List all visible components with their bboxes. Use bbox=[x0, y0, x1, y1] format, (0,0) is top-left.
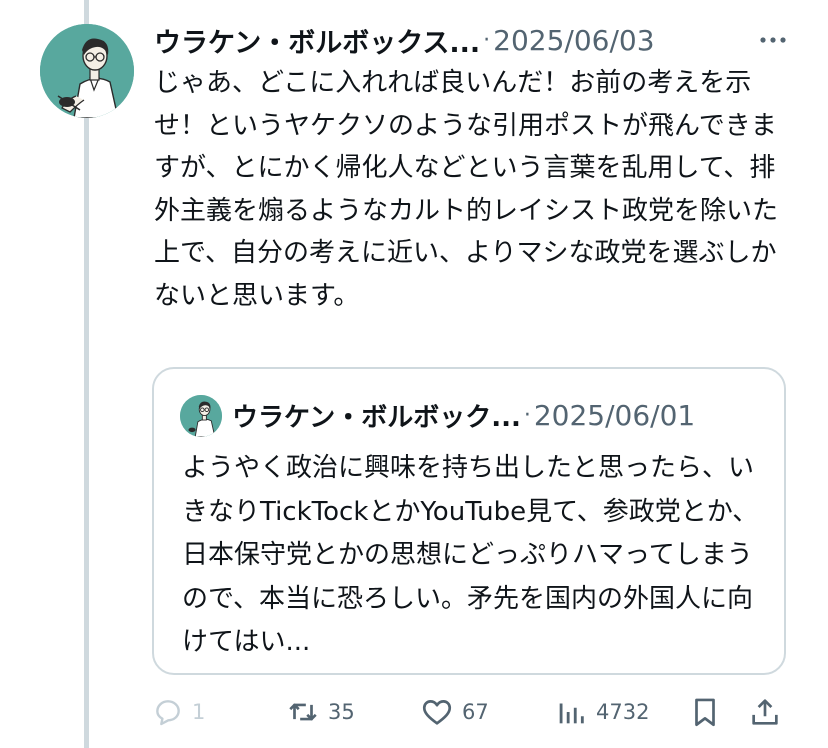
bookmark-icon bbox=[695, 698, 715, 727]
quoted-header-separator: · bbox=[523, 402, 531, 428]
views-button[interactable]: 4732 bbox=[554, 692, 649, 732]
views-count: 4732 bbox=[596, 700, 650, 724]
quoted-post-date: 2025/06/01 bbox=[533, 398, 696, 432]
more-options-button[interactable] bbox=[758, 30, 788, 50]
reply-icon bbox=[156, 700, 180, 726]
share-button[interactable] bbox=[748, 692, 782, 732]
like-button[interactable]: 67 bbox=[420, 692, 489, 732]
quoted-post-text: ようやく政治に興味を持ち出したと思ったら、いきなりTickTockとかYouTu… bbox=[182, 453, 759, 657]
quoted-avatar bbox=[180, 395, 222, 437]
reply-count: 1 bbox=[192, 700, 206, 724]
post-date[interactable]: 2025/06/03 bbox=[493, 24, 654, 57]
quoted-author-name: ウラケン・ボルボック... bbox=[232, 402, 521, 433]
action-bar: 1 35 67 4732 bbox=[152, 692, 792, 732]
quoted-post-header: ウラケン・ボルボック... · 2025/06/01 bbox=[232, 393, 772, 437]
repost-icon bbox=[289, 703, 317, 721]
repost-button[interactable]: 35 bbox=[286, 692, 355, 732]
avatar[interactable] bbox=[40, 24, 134, 118]
post-text: じゃあ、どこに入れれば良いんだ！お前の考えを示せ！というヤケクソのような引用ポス… bbox=[154, 68, 779, 311]
header-separator: · bbox=[483, 27, 491, 53]
reply-button[interactable]: 1 bbox=[152, 692, 205, 732]
author-name[interactable]: ウラケン・ボルボックス... bbox=[154, 21, 480, 60]
avatar-illustration bbox=[40, 24, 134, 118]
like-count: 67 bbox=[462, 700, 489, 724]
more-horizontal-icon bbox=[760, 37, 786, 43]
repost-count: 35 bbox=[328, 700, 355, 724]
share-icon bbox=[752, 699, 778, 725]
views-chart-icon bbox=[559, 703, 584, 724]
quoted-post-card[interactable]: ウラケン・ボルボック... · 2025/06/01 ようやく政治に興味を持ち出… bbox=[152, 367, 786, 675]
post-header: ウラケン・ボルボックス... · 2025/06/03 bbox=[154, 18, 794, 62]
bookmark-button[interactable] bbox=[688, 692, 722, 732]
avatar-illustration bbox=[180, 395, 222, 437]
heart-icon bbox=[422, 700, 452, 725]
